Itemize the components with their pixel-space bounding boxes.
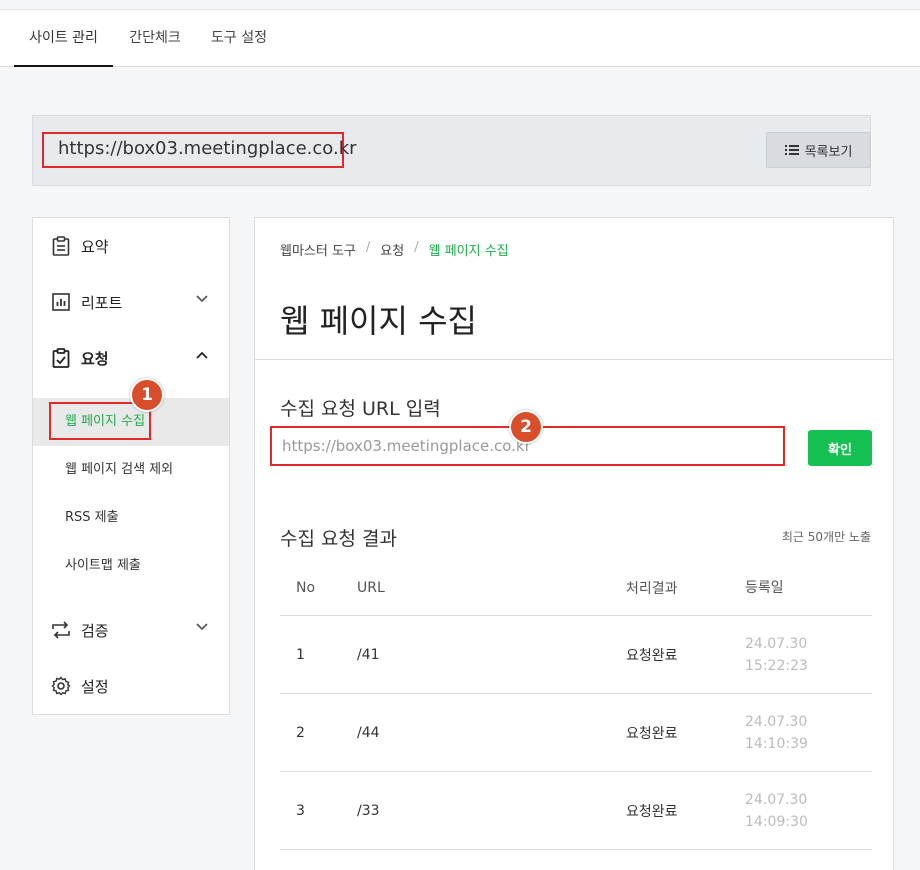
table-row: 2 /44 요청완료 24.07.30 14:10:39 (280, 694, 872, 772)
table-header: No URL 처리결과 등록일 (280, 560, 872, 616)
cell-no: 2 (296, 724, 305, 741)
tab-site-management[interactable]: 사이트 관리 (14, 10, 113, 67)
sidebar-sub-item-rss[interactable]: RSS 제출 (33, 494, 229, 542)
main-panel: 웹마스터 도구 / 요청 / 웹 페이지 수집 웹 페이지 수집 수집 요청 U… (254, 217, 894, 870)
cell-no: 1 (296, 646, 305, 663)
sidebar-sub-item-page-collect[interactable]: 웹 페이지 수집 (33, 398, 229, 446)
cell-result: 요청완료 (626, 725, 678, 742)
sidebar-item-report[interactable]: 리포트 (33, 274, 229, 330)
cell-date: 24.07.30 14:09:30 (745, 791, 808, 830)
breadcrumb-separator: / (414, 240, 419, 255)
cell-url: /44 (357, 724, 380, 741)
clipboard-icon (51, 236, 71, 256)
sidebar-item-label: 리포트 (81, 293, 123, 312)
sidebar-item-settings[interactable]: 설정 (33, 658, 229, 714)
sidebar-item-request[interactable]: 요청 (33, 330, 229, 386)
sub-item-label: RSS 제출 (65, 510, 119, 525)
sidebar-item-verify[interactable]: 검증 (33, 602, 229, 658)
list-icon (784, 145, 799, 155)
list-view-label: 목록보기 (804, 143, 853, 159)
chevron-up-icon[interactable] (195, 348, 209, 362)
sidebar-item-label: 요약 (81, 237, 109, 256)
table-row: 3 /33 요청완료 24.07.30 14:09:30 (280, 772, 872, 850)
site-url: https://box03.meetingplace.co.kr (42, 132, 357, 168)
cell-url: /33 (357, 802, 380, 819)
tab-quick-check[interactable]: 간단체크 (120, 10, 190, 67)
sidebar-item-label: 검증 (81, 621, 109, 640)
breadcrumb: 웹마스터 도구 / 요청 / 웹 페이지 수집 (280, 240, 509, 259)
breadcrumb-item[interactable]: 웹마스터 도구 (280, 240, 356, 259)
bar-chart-icon (51, 292, 71, 312)
clipboard-check-icon (51, 348, 71, 368)
repeat-icon (51, 620, 71, 640)
chevron-down-icon[interactable] (195, 620, 209, 634)
table-row: 1 /41 요청완료 24.07.30 15:22:23 (280, 616, 872, 694)
header-url: URL (357, 579, 385, 596)
tab-tool-settings[interactable]: 도구 설정 (203, 10, 275, 67)
cell-date: 24.07.30 14:10:39 (745, 713, 808, 752)
list-view-button[interactable]: 목록보기 (766, 132, 871, 168)
divider (255, 359, 893, 360)
sidebar: 요약 리포트 요청 웹 페이지 수집 웹 페이지 검색 제외 RSS 제출 사이… (32, 217, 230, 715)
confirm-button[interactable]: 확인 (808, 430, 872, 466)
header-date: 등록일 (745, 579, 784, 596)
breadcrumb-separator: / (365, 240, 371, 255)
breadcrumb-current: 웹 페이지 수집 (428, 244, 509, 259)
input-section-title: 수집 요청 URL 입력 (280, 398, 441, 420)
sidebar-sub-item-sitemap[interactable]: 사이트맵 제출 (33, 542, 229, 590)
site-url-bar: https://box03.meetingplace.co.kr 목록보기 (32, 115, 871, 186)
header-result: 처리결과 (626, 580, 678, 597)
gear-icon (51, 676, 71, 696)
result-note: 최근 50개만 노출 (781, 530, 871, 544)
chevron-down-icon[interactable] (195, 292, 209, 306)
header-no: No (296, 579, 316, 596)
sidebar-item-label: 요청 (81, 349, 109, 368)
sidebar-item-summary[interactable]: 요약 (33, 218, 229, 274)
cell-date: 24.07.30 15:22:23 (745, 635, 808, 674)
page-title: 웹 페이지 수집 (280, 302, 477, 340)
breadcrumb-item[interactable]: 요청 (380, 240, 404, 259)
sub-item-label: 사이트맵 제출 (65, 558, 141, 573)
step-badge-1: 1 (130, 378, 164, 412)
cell-url: /41 (357, 646, 380, 663)
sub-item-label: 웹 페이지 검색 제외 (65, 462, 174, 477)
sidebar-item-label: 설정 (81, 677, 109, 696)
cell-result: 요청완료 (626, 647, 678, 664)
top-nav: 사이트 관리 간단체크 도구 설정 (0, 9, 920, 67)
cell-no: 3 (296, 802, 305, 819)
result-section-title: 수집 요청 결과 (280, 528, 397, 550)
sidebar-sub-item-page-exclude[interactable]: 웹 페이지 검색 제외 (33, 446, 229, 494)
step-badge-2: 2 (509, 410, 543, 444)
cell-result: 요청완료 (626, 803, 678, 820)
result-table: No URL 처리결과 등록일 1 /41 요청완료 24.07.30 15:2… (280, 560, 872, 850)
